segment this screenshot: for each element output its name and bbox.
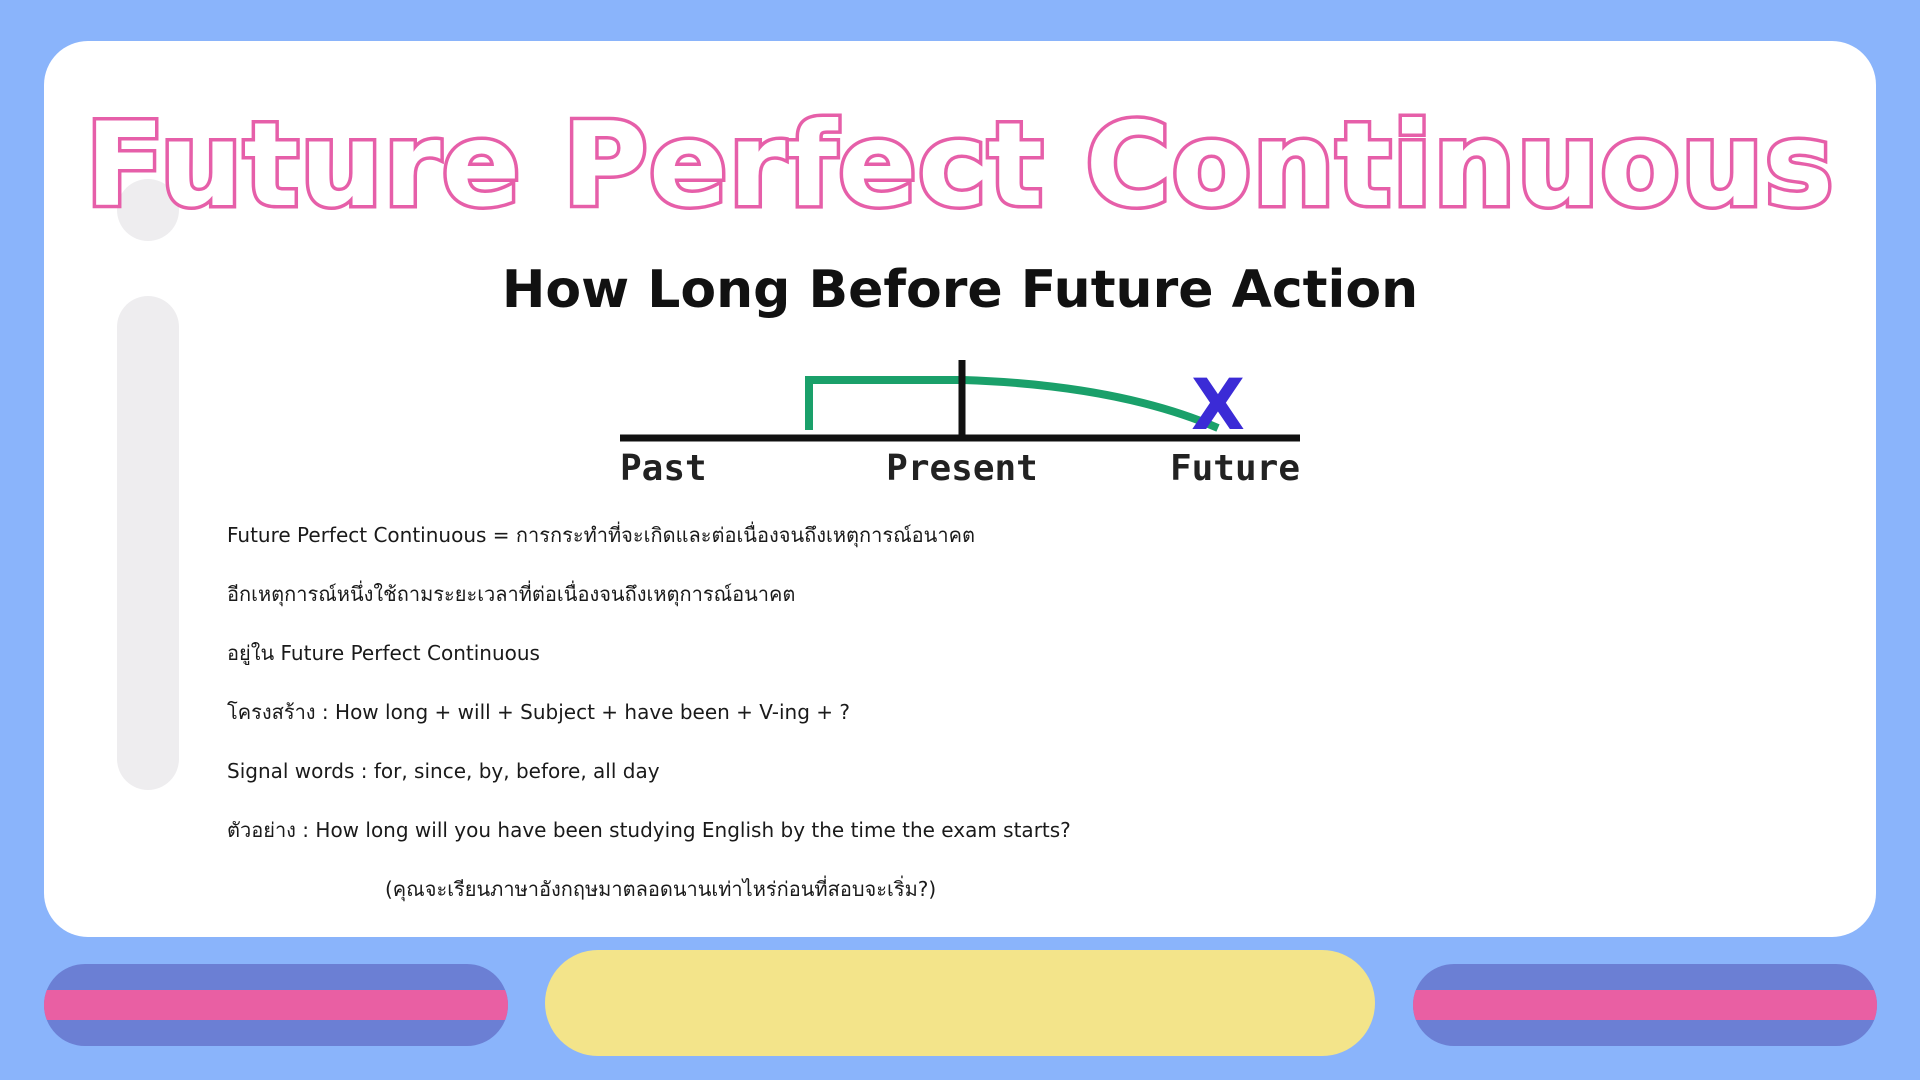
usage-line: อีกเหตุการณ์หนึ่งใช้ถามระยะเวลาที่ต่อเนื…	[227, 582, 796, 606]
bottom-left-pill	[44, 964, 508, 1046]
pill-stripe	[44, 990, 508, 1020]
timeline-diagram: X Past Present Future	[618, 350, 1302, 490]
definition-line: Future Perfect Continuous = การกระทำที่จ…	[227, 523, 975, 547]
label-present: Present	[886, 448, 1038, 489]
signal-words-line: Signal words : for, since, by, before, a…	[227, 759, 660, 783]
pill-stripe	[1413, 990, 1877, 1020]
slide-title: Future Perfect Continuous	[82, 95, 1837, 237]
example-line: ตัวอย่าง : How long will you have been s…	[227, 818, 1071, 842]
bottom-center-pill	[545, 950, 1375, 1056]
future-marker-x: X	[1191, 364, 1245, 446]
explanation-text: Future Perfect Continuous = การกระทำที่จ…	[227, 506, 1867, 919]
example-translation: (คุณจะเรียนภาษาอังกฤษมาตลอดนานเท่าไหร่ก่…	[385, 877, 937, 901]
label-future: Future	[1170, 448, 1300, 489]
decorative-bar	[117, 296, 179, 790]
slide-subtitle: How Long Before Future Action	[501, 260, 1419, 320]
structure-line: โครงสร้าง : How long + will + Subject + …	[227, 700, 851, 724]
bottom-right-pill	[1413, 964, 1877, 1046]
label-past: Past	[620, 448, 707, 489]
usage-line-continued: อยู่ใน Future Perfect Continuous	[227, 641, 540, 665]
